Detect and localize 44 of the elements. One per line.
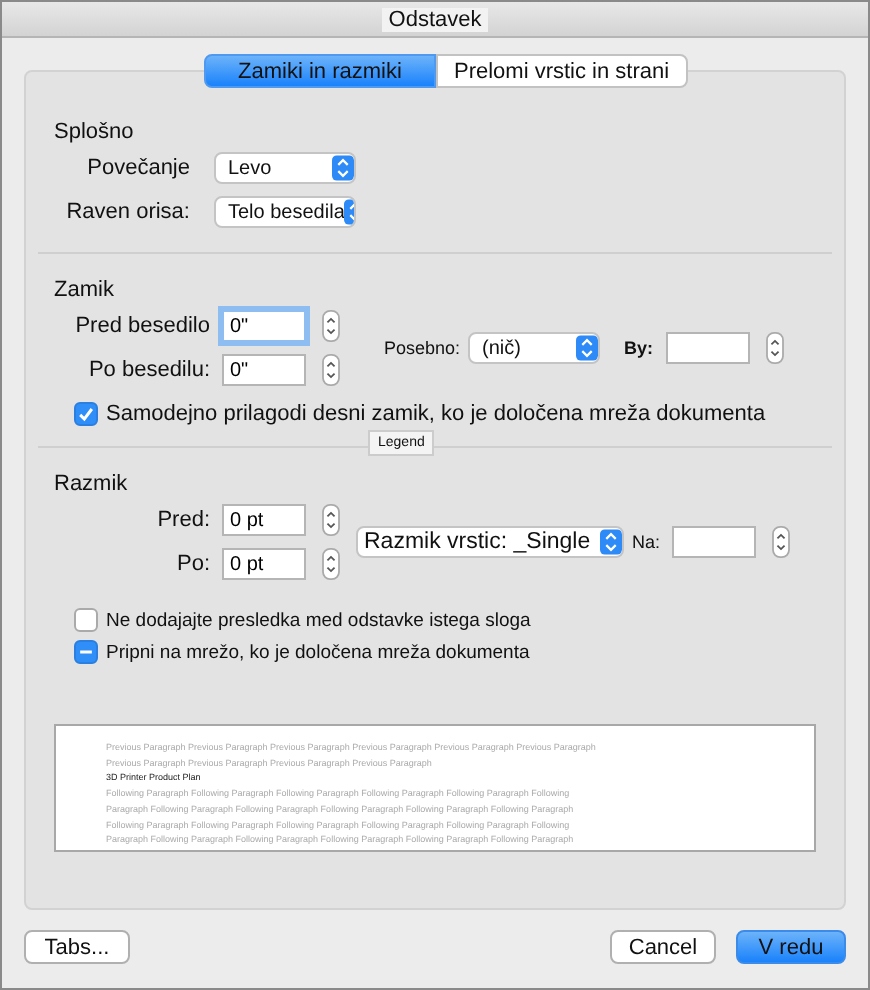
field-label: Povečanje	[85, 156, 190, 180]
updown-arrows-icon	[600, 528, 622, 556]
dialog-button[interactable]: Cancel	[610, 930, 716, 964]
updown-arrows-icon	[576, 334, 599, 362]
section-heading: Splošno	[54, 120, 136, 144]
number-field[interactable]: 0"	[222, 310, 306, 342]
dialog-button[interactable]: V redu	[736, 930, 846, 964]
dropdown[interactable]: (nič)	[468, 332, 601, 364]
number-field[interactable]	[665, 332, 750, 364]
field-label: Posebno:	[384, 338, 461, 358]
stepper-icon[interactable]	[322, 310, 340, 342]
dropdown[interactable]: Razmik vrstic: _Single	[356, 526, 624, 558]
checkbox-label: Pripni na mrežo, ko je določena mreža dokumenta	[106, 641, 530, 663]
field-label: Pred besedilo	[73, 314, 210, 338]
updown-arrows-icon	[332, 154, 354, 182]
window-title: Odstavek	[382, 7, 488, 31]
dropdown[interactable]: Telo besedila	[214, 196, 356, 228]
field-label: By:	[624, 338, 654, 358]
field-label: Raven orisa:	[64, 200, 190, 224]
tab[interactable]: Prelomi vrstic in strani	[436, 54, 688, 88]
field-label: Na:	[632, 532, 661, 552]
field-label: Po besedilu:	[86, 358, 210, 382]
checkbox-label: Ne dodajajte presledka med odstavke istega sloga	[106, 609, 531, 631]
checkbox-label: Samodejno prilagodi desni zamik, ko je določena mreža dokumenta	[106, 402, 766, 426]
checkbox[interactable]	[74, 402, 98, 426]
checkbox[interactable]	[74, 640, 98, 664]
dropdown[interactable]: Levo	[214, 152, 356, 184]
checkbox[interactable]	[74, 608, 98, 632]
field-label: Pred:	[155, 508, 210, 532]
stepper-icon[interactable]	[765, 332, 784, 364]
section-heading: Razmik	[54, 472, 130, 496]
checkmark-icon	[76, 404, 96, 424]
field-label: Po:	[174, 552, 210, 576]
section-heading: Zamik	[54, 278, 116, 302]
stepper-icon[interactable]	[322, 504, 340, 536]
number-field[interactable]: 0 pt	[222, 548, 306, 580]
number-field[interactable]: 0"	[222, 354, 306, 386]
number-field[interactable]: 0 pt	[222, 504, 306, 536]
stepper-icon[interactable]	[322, 354, 340, 386]
dialog-button[interactable]: Tabs...	[24, 930, 130, 964]
stepper-icon[interactable]	[322, 548, 340, 580]
tab[interactable]: Zamiki in razmiki	[204, 54, 436, 88]
stepper-icon[interactable]	[772, 526, 791, 558]
number-field[interactable]	[672, 526, 757, 558]
